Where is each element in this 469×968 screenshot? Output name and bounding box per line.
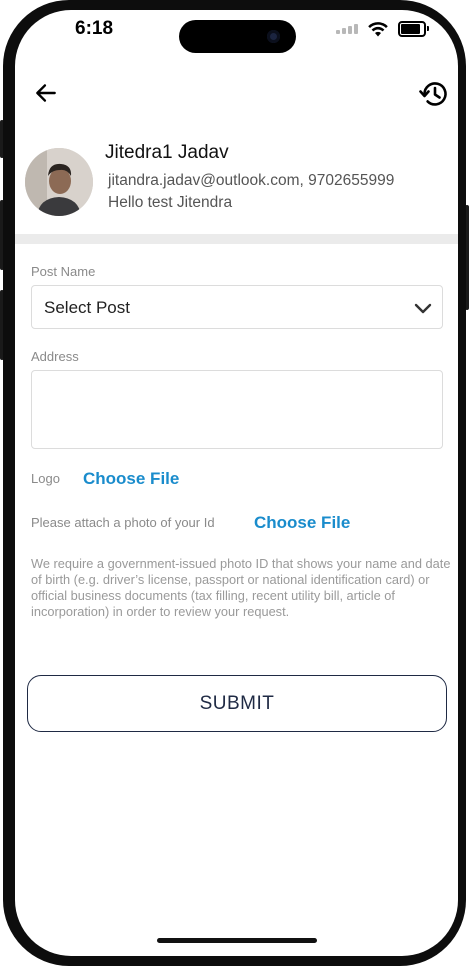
chevron-down-icon — [414, 303, 432, 314]
profile-section: Jitedra1 Jadav jitandra.jadav@outlook.co… — [25, 140, 455, 230]
profile-name: Jitedra1 Jadav — [105, 142, 229, 163]
submit-button[interactable]: SUBMIT — [27, 675, 447, 732]
id-requirement-notice: We require a government-issued photo ID … — [31, 556, 451, 619]
person-photo-icon — [25, 148, 93, 216]
logo-label: Logo — [31, 471, 60, 486]
submit-label: SUBMIT — [199, 692, 275, 714]
post-select-value: Select Post — [44, 298, 130, 317]
id-photo-label: Please attach a photo of your Id — [31, 515, 215, 530]
app-screen: 6:18 Jitedra1 Jadav jitandra.jadav@outlo… — [15, 10, 458, 956]
address-input[interactable] — [31, 370, 443, 449]
battery-icon — [398, 21, 429, 37]
arrow-left-icon[interactable] — [33, 80, 59, 106]
wifi-icon — [368, 22, 388, 37]
front-camera-icon — [267, 30, 280, 43]
phone-bezel: 6:18 Jitedra1 Jadav jitandra.jadav@outlo… — [3, 0, 466, 966]
address-label: Address — [31, 349, 79, 364]
dynamic-island — [179, 20, 296, 53]
id-choose-file-button[interactable]: Choose File — [254, 513, 350, 533]
logo-choose-file-button[interactable]: Choose File — [83, 469, 179, 489]
top-bar — [15, 80, 458, 110]
post-name-label: Post Name — [31, 264, 96, 279]
history-icon[interactable] — [418, 78, 450, 110]
status-icons — [336, 21, 429, 37]
profile-bio: Hello test Jitendra — [108, 194, 233, 211]
phone-frame: 6:18 Jitedra1 Jadav jitandra.jadav@outlo… — [0, 0, 469, 968]
cellular-signal-icon — [336, 24, 358, 34]
profile-contact: jitandra.jadav@outlook.com, 9702655999 — [108, 172, 395, 189]
status-time: 6:18 — [75, 18, 114, 39]
section-divider — [15, 234, 458, 244]
home-indicator — [157, 938, 317, 943]
post-select[interactable]: Select Post — [31, 285, 443, 329]
avatar — [25, 148, 93, 216]
